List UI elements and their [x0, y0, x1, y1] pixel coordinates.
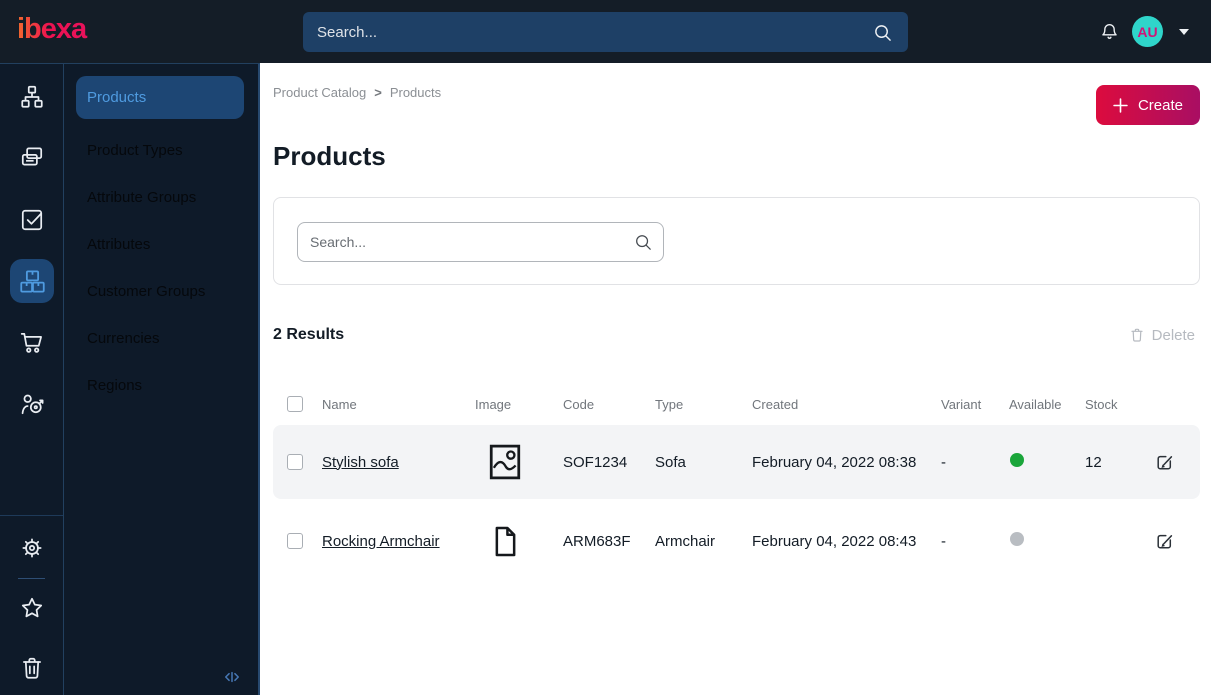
- caret-down-icon[interactable]: [1175, 25, 1193, 39]
- pages-icon[interactable]: [19, 144, 45, 170]
- product-code: SOF1234: [563, 453, 628, 471]
- table-header: Name Image Code Type Created Variant Ava…: [273, 383, 1200, 425]
- table-search-input[interactable]: [298, 234, 634, 250]
- results-header: 2 Results Delete: [273, 325, 1200, 345]
- main-nav-rail: [0, 63, 63, 695]
- product-type: Sofa: [655, 453, 686, 471]
- column-header-code: Code: [563, 396, 595, 412]
- available-status-dot: [1010, 532, 1024, 546]
- edit-icon: [1157, 534, 1173, 548]
- rail-divider: [0, 515, 63, 516]
- file-icon: [493, 526, 563, 557]
- sidebar-item-attribute-groups[interactable]: Attribute Groups: [64, 174, 258, 221]
- product-code: ARM683F: [563, 532, 631, 550]
- column-header-created: Created: [752, 396, 799, 412]
- sidebar-item-products[interactable]: Products: [76, 76, 244, 119]
- product-name-link[interactable]: Stylish sofa: [322, 454, 399, 471]
- avatar-initials: AU: [1137, 23, 1158, 40]
- sidebar-item-label: Products: [87, 89, 147, 106]
- product-created: February 04, 2022 08:43: [752, 532, 917, 550]
- table-row: Rocking Armchair ARM683F Armchair Februa…: [273, 504, 1200, 578]
- product-created: February 04, 2022 08:38: [752, 453, 917, 471]
- settings-gear-icon[interactable]: [19, 535, 45, 561]
- table-search: [297, 222, 664, 262]
- table-row: Stylish sofa SOF1234 Sofa February 04, 2…: [273, 425, 1200, 499]
- global-search-input[interactable]: [303, 23, 873, 41]
- filter-card: [273, 197, 1200, 285]
- breadcrumb-separator: >: [374, 85, 382, 100]
- column-header-name: Name: [322, 396, 357, 412]
- row-checkbox[interactable]: [287, 533, 303, 549]
- ibexa-logo[interactable]: ibexa: [17, 13, 123, 50]
- trash-icon[interactable]: [19, 655, 45, 681]
- sidebar-item-customer-groups[interactable]: Customer Groups: [64, 268, 258, 315]
- sidebar-items: Product Types Attribute Groups Attribute…: [64, 127, 258, 409]
- personalization-icon[interactable]: [19, 391, 45, 417]
- create-button-label: Create: [1137, 96, 1183, 114]
- tasks-icon[interactable]: [19, 207, 45, 233]
- bookmarks-star-icon[interactable]: [19, 595, 45, 621]
- sidebar-item-currencies[interactable]: Currencies: [64, 315, 258, 362]
- commerce-cart-icon[interactable]: [19, 329, 45, 355]
- search-icon[interactable]: [873, 23, 892, 42]
- breadcrumb-product-catalog[interactable]: Product Catalog: [273, 85, 366, 100]
- product-name-link[interactable]: Rocking Armchair: [322, 533, 440, 550]
- rail-divider-short: [18, 578, 45, 579]
- search-icon[interactable]: [634, 233, 652, 251]
- product-stock: 12: [1085, 453, 1102, 471]
- breadcrumb-products: Products: [389, 85, 442, 100]
- select-all-checkbox[interactable]: [287, 396, 303, 412]
- column-header-type: Type: [655, 396, 684, 412]
- product-variant: -: [941, 532, 946, 550]
- edit-button[interactable]: [1154, 452, 1175, 473]
- column-header-available: Available: [1009, 396, 1062, 412]
- delete-button-label: Delete: [1151, 326, 1195, 344]
- available-status-dot: [1010, 453, 1024, 467]
- breadcrumb: Product Catalog > Products: [273, 85, 1200, 100]
- topbar-right: AU: [1099, 0, 1193, 63]
- results-count: 2 Results: [273, 326, 345, 343]
- sidebar-item-product-types[interactable]: Product Types: [64, 127, 258, 174]
- main-content: Product Catalog > Products Create Produc…: [260, 63, 1211, 695]
- sidebar-item-attributes[interactable]: Attributes: [64, 221, 258, 268]
- delete-button[interactable]: Delete: [1129, 327, 1195, 344]
- product-type: Armchair: [655, 532, 716, 550]
- column-header-image: Image: [475, 396, 512, 412]
- trash-icon: [1131, 328, 1143, 342]
- product-catalog-icon: [19, 269, 45, 293]
- image-icon: [489, 444, 563, 480]
- topbar: ibexa AU: [0, 0, 1211, 63]
- create-button[interactable]: Create: [1095, 85, 1200, 125]
- content-tree-icon[interactable]: [19, 84, 45, 110]
- page-title: Products: [273, 141, 386, 171]
- row-checkbox[interactable]: [287, 454, 303, 470]
- plus-icon: [1113, 97, 1128, 113]
- column-header-variant: Variant: [941, 396, 982, 412]
- user-avatar[interactable]: AU: [1132, 16, 1163, 47]
- logo-text: ibexa: [17, 13, 88, 45]
- product-catalog-nav-active[interactable]: [10, 259, 54, 303]
- edit-button[interactable]: [1154, 531, 1175, 552]
- sidebar-item-regions[interactable]: Regions: [64, 362, 258, 409]
- ibexa-logo-icon: ibexa: [17, 13, 89, 45]
- global-search: [303, 12, 908, 52]
- catalog-sidebar: Products Product Types Attribute Groups …: [63, 63, 260, 695]
- column-header-stock: Stock: [1085, 396, 1118, 412]
- sidebar-collapse-icon[interactable]: [222, 667, 242, 687]
- edit-icon: [1157, 455, 1173, 469]
- bell-icon[interactable]: [1099, 21, 1120, 42]
- product-variant: -: [941, 453, 946, 471]
